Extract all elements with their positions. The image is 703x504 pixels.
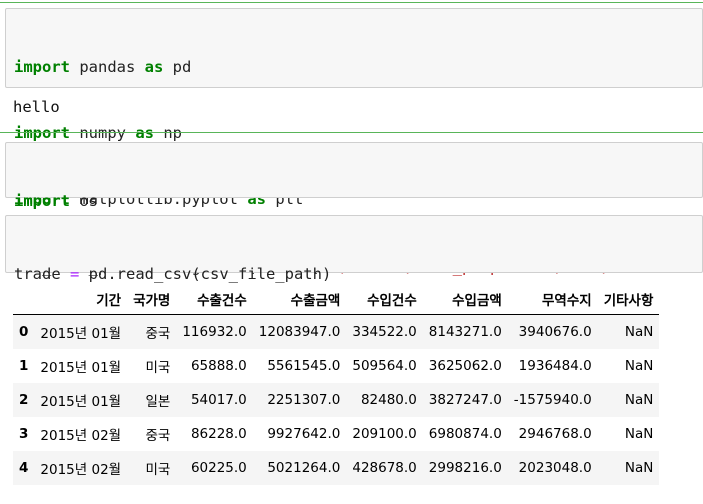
code-token: pd.read_csv(csv_file_path) bbox=[79, 265, 332, 283]
code-token: import bbox=[14, 58, 70, 76]
table-cell: 2946768.0 bbox=[518, 426, 592, 442]
code-line: trade = pd.read_csv(csv_file_path) bbox=[14, 263, 694, 285]
table-cell: -1575940.0 bbox=[513, 392, 592, 408]
table-row: 0 2015년 01월 중국 116932.0 12083947.0 334522.0 81… bbox=[13, 314, 660, 349]
table-cell: 428678.0 bbox=[352, 460, 417, 476]
table-row: 4 2015년 02월 미국 60225.0 5021264.0 428678.0 2998… bbox=[13, 451, 660, 485]
table-cell: 9927642.0 bbox=[267, 426, 341, 442]
dataframe-output-table: 기간 국가명 수출건수 수출금액 수입건수 수입금액 무역수지 기타사항 0 2015년 01월… bbox=[13, 284, 660, 485]
column-header: 기간 bbox=[34, 284, 128, 315]
table-cell: 65888.0 bbox=[190, 358, 247, 374]
table-cell: 2998216.0 bbox=[428, 460, 502, 476]
cell-divider bbox=[0, 132, 703, 133]
cell-output-text: hello bbox=[13, 98, 60, 116]
table-cell: NaN bbox=[624, 392, 654, 408]
table-cell: NaN bbox=[624, 324, 654, 340]
table-cell: 3940676.0 bbox=[518, 324, 592, 340]
column-header: 수입건수 bbox=[346, 284, 423, 315]
code-cell-read-csv[interactable]: trade = pd.read_csv(csv_file_path) trade… bbox=[5, 215, 703, 349]
code-token: import bbox=[14, 192, 70, 210]
code-token: pd bbox=[163, 58, 192, 76]
row-index: 2 bbox=[19, 392, 29, 408]
code-cell-imports[interactable]: import pandas as pd import numpy as np i… bbox=[5, 8, 703, 208]
table-cell: 5561545.0 bbox=[267, 358, 341, 374]
table-cell: 2015년 02월 bbox=[40, 428, 122, 444]
table-cell: 미국 bbox=[145, 360, 171, 376]
row-index: 3 bbox=[19, 426, 29, 442]
table-cell: 509564.0 bbox=[352, 358, 417, 374]
cell-divider-top bbox=[0, 2, 703, 3]
row-index: 4 bbox=[19, 460, 29, 476]
column-header bbox=[13, 284, 35, 315]
table-cell: NaN bbox=[624, 460, 654, 476]
table-cell: 8143271.0 bbox=[428, 324, 502, 340]
code-token: np bbox=[154, 124, 182, 142]
column-header: 수출금액 bbox=[252, 284, 347, 315]
code-line: import pandas as pd bbox=[14, 56, 694, 78]
table-cell: 3625062.0 bbox=[428, 358, 502, 374]
table-cell: 중국 bbox=[145, 326, 171, 342]
code-token: import bbox=[14, 124, 70, 142]
code-cell-csv-path[interactable]: import os csv_file_path = os.getenv('HOM… bbox=[5, 142, 703, 276]
table-cell: 2015년 01월 bbox=[40, 360, 122, 376]
table-cell: 334522.0 bbox=[352, 324, 417, 340]
table-cell: 3827247.0 bbox=[428, 392, 502, 408]
table-cell: 116932.0 bbox=[182, 324, 247, 340]
code-line: import os bbox=[14, 190, 694, 212]
table-row: 1 2015년 01월 미국 65888.0 5561545.0 509564.0 3625… bbox=[13, 349, 659, 383]
column-header: 기타사항 bbox=[597, 284, 660, 315]
table-cell: 중국 bbox=[145, 428, 171, 444]
column-header: 수입금액 bbox=[422, 284, 508, 315]
table-row: 2 2015년 01월 일본 54017.0 2251307.0 82480.0 38272… bbox=[13, 383, 660, 417]
code-line: import numpy as np bbox=[14, 122, 694, 144]
row-index: 1 bbox=[19, 358, 29, 374]
table-cell: 54017.0 bbox=[190, 392, 247, 408]
table-cell: 2015년 01월 bbox=[40, 394, 122, 410]
code-token: os bbox=[70, 192, 98, 210]
column-header: 수출건수 bbox=[176, 284, 253, 315]
table-cell: 209100.0 bbox=[352, 426, 417, 442]
row-index: 0 bbox=[19, 324, 29, 340]
table-cell: 2023048.0 bbox=[518, 460, 592, 476]
table-cell: 2251307.0 bbox=[267, 392, 341, 408]
table-cell: NaN bbox=[624, 358, 654, 374]
column-header: 국가명 bbox=[127, 284, 177, 315]
table-cell: 5021264.0 bbox=[267, 460, 341, 476]
table-cell: 6980874.0 bbox=[428, 426, 502, 442]
code-token: trade bbox=[14, 265, 70, 283]
code-token: = bbox=[70, 265, 80, 283]
code-token: as bbox=[135, 124, 154, 142]
column-header: 무역수지 bbox=[507, 284, 598, 315]
table-cell: 2015년 02월 bbox=[40, 462, 122, 478]
table-cell: NaN bbox=[624, 426, 654, 442]
table-header-row: 기간 국가명 수출건수 수출금액 수입건수 수입금액 무역수지 기타사항 bbox=[13, 284, 660, 315]
table-cell: 12083947.0 bbox=[258, 324, 341, 340]
table-row: 3 2015년 02월 중국 86228.0 9927642.0 209100.0 6980… bbox=[13, 417, 659, 451]
table-cell: 미국 bbox=[145, 462, 171, 478]
table-cell: 1936484.0 bbox=[518, 358, 592, 374]
code-token: pandas bbox=[70, 58, 145, 76]
table-cell: 82480.0 bbox=[360, 392, 417, 408]
code-token: as bbox=[144, 58, 164, 76]
table-cell: 86228.0 bbox=[190, 426, 247, 442]
table-cell: 60225.0 bbox=[190, 460, 247, 476]
table-cell: 일본 bbox=[145, 394, 171, 410]
code-token: numpy bbox=[70, 124, 136, 142]
table-cell: 2015년 01월 bbox=[40, 326, 122, 342]
